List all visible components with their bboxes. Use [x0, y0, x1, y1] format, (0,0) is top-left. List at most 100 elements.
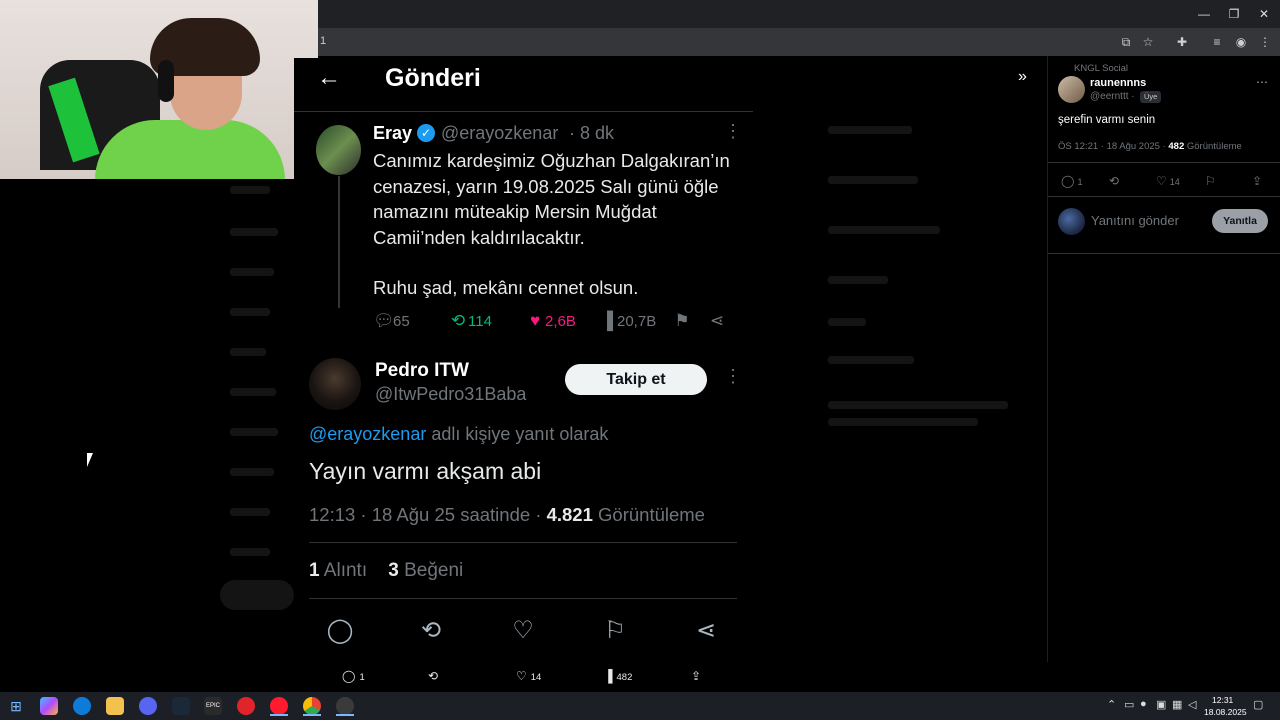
- page-like-count: 14: [530, 672, 542, 683]
- side-post-meta: ÖS 12:21 · 18 Ağu 2025 · 482 Görüntüleme: [1058, 141, 1242, 152]
- side-repost-action[interactable]: ⟲: [1109, 174, 1122, 188]
- divider: [309, 598, 737, 599]
- reply-author-avatar[interactable]: [309, 358, 361, 410]
- opera-icon[interactable]: [270, 697, 288, 715]
- tray-network-icon[interactable]: ▦: [1172, 698, 1182, 711]
- page-like-action[interactable]: ♡ 14: [516, 668, 541, 684]
- like-bar-icon[interactable]: ♡: [508, 616, 538, 646]
- steam-icon[interactable]: [172, 697, 190, 715]
- ghost-nav-item: [230, 548, 270, 556]
- repost-bar-icon[interactable]: ⟲: [416, 616, 446, 646]
- clock-time[interactable]: 12:31: [1212, 695, 1233, 705]
- chrome-icon[interactable]: [303, 697, 321, 715]
- follow-button[interactable]: Takip et: [565, 364, 707, 395]
- profile-icon[interactable]: ◉: [1233, 34, 1249, 50]
- address-bar[interactable]: [318, 28, 1280, 56]
- ghost-nav-item: [230, 308, 270, 316]
- original-author-name[interactable]: Eray: [373, 123, 412, 144]
- side-post-timestamp[interactable]: ÖS 12:21 · 18 Ağu 2025 ·: [1058, 141, 1168, 152]
- obs-icon[interactable]: [336, 697, 354, 715]
- verified-badge-icon: ✓: [417, 124, 435, 142]
- divider: [1048, 253, 1280, 254]
- likes-stat[interactable]: 3 Beğeni: [388, 560, 463, 581]
- original-post-time[interactable]: 8 dk: [580, 123, 614, 144]
- quotes-stat[interactable]: 1 Alıntı: [309, 560, 367, 581]
- reply-input[interactable]: Yanıtını gönder: [1091, 213, 1179, 228]
- back-arrow-icon[interactable]: ←: [317, 64, 341, 92]
- notifications-icon[interactable]: ▢: [1253, 698, 1263, 711]
- side-post-author-handle[interactable]: @eernttt ·: [1090, 91, 1135, 102]
- reply-author-name[interactable]: Pedro ITW: [375, 360, 469, 382]
- minimize-icon[interactable]: —: [1194, 6, 1214, 22]
- tray-battery-icon[interactable]: ▭: [1124, 698, 1134, 711]
- browser-menu-icon[interactable]: ⋮: [1257, 34, 1273, 50]
- tray-display-icon[interactable]: ▣: [1156, 698, 1166, 711]
- community-label[interactable]: KNGL Social: [1074, 63, 1128, 74]
- clock-date[interactable]: 18.08.2025: [1204, 707, 1247, 717]
- active-indicator: [270, 714, 288, 716]
- share-icon: ⇪: [691, 669, 702, 683]
- replying-suffix: adlı kişiye yanıt olarak: [426, 424, 609, 444]
- quotes-label: Alıntı: [319, 560, 368, 581]
- side-like-action[interactable]: ♡ 14: [1156, 174, 1180, 188]
- file-explorer-icon[interactable]: [106, 697, 124, 715]
- tray-mic-icon[interactable]: ●: [1140, 698, 1147, 710]
- page-reply-action[interactable]: ◯ 1: [342, 668, 365, 684]
- reply-more-icon[interactable]: ⋮: [724, 367, 742, 385]
- windows-start-icon[interactable]: ⊞: [7, 697, 25, 715]
- my-avatar: [1058, 208, 1085, 235]
- quotes-count: 1: [309, 560, 320, 581]
- media-icon[interactable]: ≡: [1209, 34, 1225, 50]
- side-bookmark-action[interactable]: ⚐: [1205, 174, 1219, 188]
- original-author-handle[interactable]: @erayozkenar: [441, 123, 558, 144]
- original-author-avatar[interactable]: [316, 125, 361, 175]
- share-action[interactable]: ⋖: [707, 310, 727, 332]
- page-title: Gönderi: [385, 64, 481, 92]
- side-share-action[interactable]: ⇪: [1252, 174, 1265, 188]
- side-post-avatar[interactable]: [1058, 76, 1085, 103]
- install-app-icon[interactable]: ⧉: [1118, 34, 1134, 50]
- tray-volume-icon[interactable]: ◁: [1188, 698, 1196, 711]
- ghost-nav-item: [230, 468, 274, 476]
- bookmark-star-icon[interactable]: ☆: [1140, 34, 1156, 50]
- reply-icon: 💬︎: [373, 311, 395, 330]
- edge-icon[interactable]: [73, 697, 91, 715]
- webcam-overlay: [0, 0, 318, 179]
- discord-icon[interactable]: [139, 697, 157, 715]
- side-post-more-icon[interactable]: ⋯: [1256, 75, 1268, 89]
- share-bar-icon[interactable]: ⋖: [691, 616, 721, 646]
- epic-games-icon[interactable]: EPIC: [204, 697, 222, 715]
- restore-icon[interactable]: ❐: [1224, 6, 1244, 22]
- views-action[interactable]: ▐ 20,7B: [597, 310, 656, 332]
- repost-count: 114: [468, 313, 492, 330]
- app-red-icon[interactable]: [237, 697, 255, 715]
- like-action[interactable]: ♥ 2,6B: [525, 310, 576, 332]
- reply-bar-icon[interactable]: ◯: [325, 616, 355, 646]
- extensions-icon[interactable]: ✚: [1174, 34, 1190, 50]
- close-icon[interactable]: ✕: [1254, 6, 1274, 22]
- reply-views-count: 4.821: [546, 504, 593, 525]
- replying-mention-link[interactable]: @erayozkenar: [309, 424, 426, 444]
- reply-timestamp[interactable]: 12:13 · 18 Ağu 25 saatinde ·: [309, 504, 547, 525]
- reply-action[interactable]: 💬︎65: [373, 310, 410, 332]
- url-text[interactable]: 1: [320, 35, 326, 47]
- original-more-icon[interactable]: ⋮: [724, 122, 742, 140]
- copilot-icon[interactable]: [40, 697, 58, 715]
- taskbar: [0, 692, 1280, 720]
- ghost-nav-item: [230, 348, 266, 356]
- tray-chevron-icon[interactable]: ⌃: [1107, 698, 1116, 711]
- repost-action[interactable]: ⟲ 114: [448, 310, 492, 332]
- page-repost-action[interactable]: ⟲: [428, 668, 442, 684]
- page-views-action[interactable]: ▐ 482: [604, 668, 632, 684]
- collapse-panel-icon[interactable]: »: [1018, 68, 1027, 86]
- side-reply-action[interactable]: ◯ 1: [1061, 174, 1082, 188]
- reply-submit-button[interactable]: Yanıtla: [1212, 209, 1268, 233]
- side-post-author-name[interactable]: raunennns: [1090, 77, 1146, 89]
- bookmark-action[interactable]: ⚑: [672, 310, 692, 332]
- ghost-trend-line: [828, 226, 940, 234]
- side-reply-count: 1: [1077, 177, 1083, 187]
- reply-stats: 1 Alıntı 3 Beğeni: [309, 560, 463, 582]
- page-share-action[interactable]: ⇪: [691, 668, 705, 684]
- bookmark-bar-icon[interactable]: ⚐: [600, 616, 630, 646]
- reply-author-handle[interactable]: @ItwPedro31Baba: [375, 384, 526, 405]
